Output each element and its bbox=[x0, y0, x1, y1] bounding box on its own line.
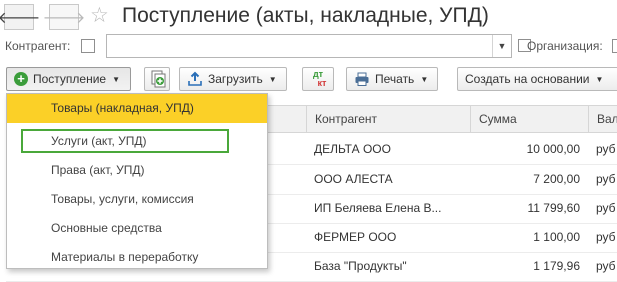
dtkt-postings-button[interactable]: дт кт bbox=[302, 67, 334, 91]
favorite-star-icon[interactable]: ☆ bbox=[90, 5, 109, 27]
chevron-down-icon: ▼ bbox=[497, 41, 507, 51]
printer-icon bbox=[355, 72, 369, 86]
cell-kontragent: База "Продукты" bbox=[314, 259, 407, 273]
upload-icon bbox=[188, 71, 202, 86]
cell-valyuta: руб bbox=[596, 230, 616, 244]
cell-valyuta: руб bbox=[596, 259, 616, 273]
cell-kontragent: ФЕРМЕР ООО bbox=[314, 230, 397, 244]
cell-valyuta: руб bbox=[596, 172, 616, 186]
counterparty-checkbox[interactable] bbox=[81, 39, 95, 53]
chevron-down-icon: ▼ bbox=[112, 74, 121, 84]
counterparty-label: Контрагент: bbox=[5, 39, 71, 53]
column-header-kontragent[interactable]: Контрагент bbox=[306, 106, 470, 132]
cell-summa: 11 799,60 bbox=[527, 201, 581, 215]
chevron-down-icon: ▼ bbox=[420, 74, 429, 84]
pechat-button[interactable]: Печать ▼ bbox=[346, 67, 438, 91]
postuplenie-dropdown-menu: Товары (накладная, УПД) Услуги (акт, УПД… bbox=[6, 93, 268, 269]
add-green-icon: + bbox=[14, 72, 28, 86]
highlight-outline bbox=[21, 129, 229, 153]
page-title: Поступление (акты, накладные, УПД) bbox=[122, 4, 489, 27]
sozdat-label: Создать на основании bbox=[465, 72, 590, 86]
cell-valyuta: руб bbox=[596, 201, 616, 215]
combo-dropdown-button[interactable]: ▼ bbox=[492, 35, 511, 57]
cell-kontragent: ИП Беляева Елена В... bbox=[314, 201, 442, 215]
cell-kontragent: ДЕЛЬТА ООО bbox=[314, 142, 391, 156]
column-header-summa[interactable]: Сумма bbox=[470, 106, 588, 132]
menu-item-materialy-v-pererabotku[interactable]: Материалы в переработку bbox=[7, 243, 267, 272]
counterparty-select[interactable]: ▼ bbox=[106, 34, 512, 58]
arrow-right-icon: 🡒 bbox=[42, 9, 86, 27]
forward-button[interactable]: 🡒 bbox=[43, 4, 85, 30]
copy-document-button[interactable] bbox=[144, 67, 170, 91]
zagruzit-label: Загрузить bbox=[208, 72, 263, 86]
organization-label: Организация: bbox=[527, 39, 603, 53]
cell-summa: 1 179,96 bbox=[533, 259, 580, 273]
back-button[interactable]: 🡐 bbox=[0, 4, 40, 30]
zagruzit-button[interactable]: Загрузить ▼ bbox=[179, 67, 287, 91]
sozdat-na-osnovanii-button[interactable]: Создать на основании ▼ bbox=[457, 67, 617, 91]
arrow-left-icon: 🡐 bbox=[0, 9, 41, 27]
copy-add-icon bbox=[151, 70, 166, 88]
cell-valyuta: руб bbox=[596, 142, 616, 156]
organization-checkbox[interactable] bbox=[612, 39, 617, 53]
chevron-down-icon: ▼ bbox=[268, 74, 277, 84]
postuplenie-button[interactable]: + Поступление ▼ bbox=[6, 67, 131, 91]
cell-summa: 1 100,00 bbox=[533, 230, 580, 244]
menu-item-tovary[interactable]: Товары (накладная, УПД) bbox=[7, 94, 267, 123]
chevron-down-icon: ▼ bbox=[595, 74, 604, 84]
cell-summa: 7 200,00 bbox=[533, 172, 580, 186]
column-header-valyuta[interactable]: Вал bbox=[588, 106, 617, 132]
menu-item-osnovnye-sredstva[interactable]: Основные средства bbox=[7, 214, 267, 243]
pechat-label: Печать bbox=[375, 72, 415, 86]
menu-item-prava[interactable]: Права (акт, УПД) bbox=[7, 156, 267, 185]
menu-item-tovary-uslugi-komissiya[interactable]: Товары, услуги, комиссия bbox=[7, 185, 267, 214]
cell-kontragent: ООО АЛЕСТА bbox=[314, 172, 393, 186]
cell-summa: 10 000,00 bbox=[526, 142, 580, 156]
kt-icon-text: кт bbox=[317, 78, 327, 88]
postuplenie-label: Поступление bbox=[33, 72, 107, 86]
